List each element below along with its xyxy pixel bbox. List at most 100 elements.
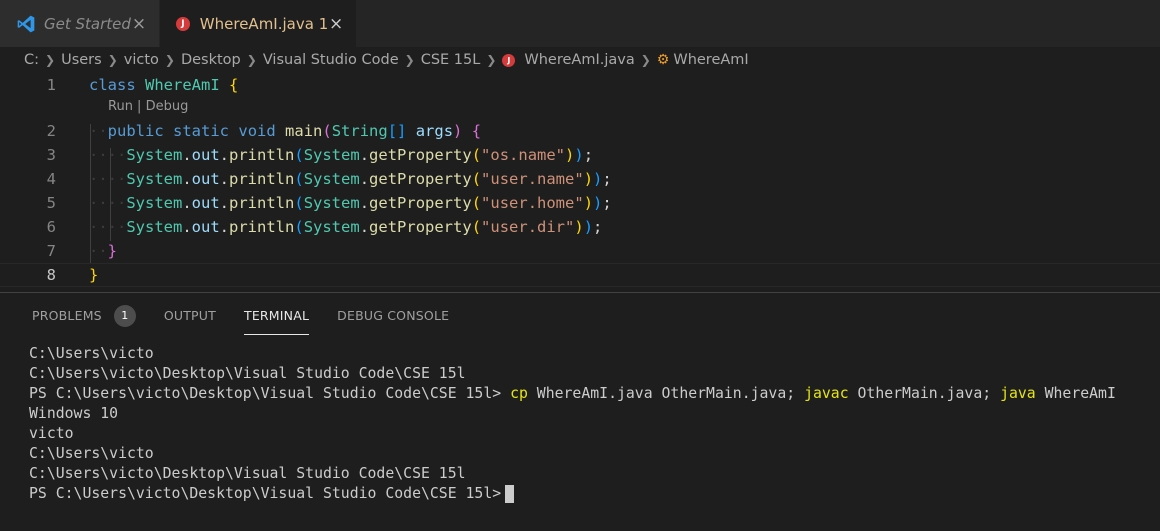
command-name: javac [804, 385, 849, 402]
code-token: out [191, 194, 220, 212]
problems-count-badge: 1 [113, 304, 136, 327]
code-token: getProperty [369, 170, 472, 188]
tab-label: OUTPUT [163, 308, 216, 323]
code-line: 2 ··public static void main(String[] arg… [0, 119, 1160, 143]
code-token: System [126, 194, 183, 212]
breadcrumb-item[interactable]: Desktop [181, 52, 241, 68]
line-number: 5 [46, 194, 56, 212]
code-token: getProperty [369, 194, 472, 212]
breadcrumb-item[interactable]: Users [61, 52, 102, 68]
code-token: public [107, 122, 164, 140]
code-token: System [126, 146, 183, 164]
tab-label: DEBUG CONSOLE [337, 308, 450, 323]
chevron-right-icon: ❯ [640, 53, 651, 67]
command-args: OtherMain.java; [848, 385, 1001, 402]
tab-label: PROBLEMS [32, 308, 102, 323]
code-token: System [126, 170, 183, 188]
breadcrumb-item[interactable]: CSE 15L [421, 52, 481, 68]
code-line: 5 ····System.out.println(System.getPrope… [0, 191, 1160, 215]
line-number: 6 [46, 218, 56, 236]
tab-problems[interactable]: PROBLEMS 1 [32, 293, 136, 338]
chevron-right-icon: ❯ [107, 53, 118, 67]
terminal-line: Windows 10 [29, 405, 119, 422]
tab-debug-console[interactable]: DEBUG CONSOLE [337, 293, 449, 338]
terminal-line: C:\Users\victo\Desktop\Visual Studio Cod… [29, 465, 466, 482]
chevron-right-icon: ❯ [246, 53, 257, 67]
code-token: "user.home" [481, 194, 584, 212]
terminal-cursor [505, 485, 515, 503]
class-symbol-icon: ⚙ [656, 52, 670, 68]
line-number: 7 [46, 242, 56, 260]
command-name: cp [510, 385, 528, 402]
code-line: 6 ····System.out.println(System.getPrope… [0, 215, 1160, 239]
vscode-icon [17, 15, 35, 32]
tab-terminal[interactable]: TERMINAL [243, 293, 310, 338]
code-token: class [89, 76, 136, 94]
terminal-command-line: PS C:\Users\victo\Desktop\Visual Studio … [29, 384, 1160, 404]
terminal-prompt: PS C:\Users\victo\Desktop\Visual Studio … [29, 485, 502, 502]
tab-get-started[interactable]: Get Started × [0, 0, 160, 47]
bottom-panel: PROBLEMS 1 OUTPUT TERMINAL DEBUG CONSOLE… [0, 292, 1160, 531]
terminal-prompt: PS C:\Users\victo\Desktop\Visual Studio … [29, 385, 511, 402]
tab-whereami-java[interactable]: J WhereAmI.java 1 × [160, 0, 356, 47]
panel-tabs: PROBLEMS 1 OUTPUT TERMINAL DEBUG CONSOLE [0, 293, 1160, 338]
code-token: "os.name" [481, 146, 566, 164]
code-token: main [285, 122, 323, 140]
code-token: getProperty [369, 146, 472, 164]
tab-label: Get Started [44, 14, 131, 33]
code-line: 7 ··} [0, 239, 1160, 263]
code-token: println [229, 146, 295, 164]
command-name: java [1000, 385, 1036, 402]
breadcrumb: C: ❯ Users ❯ victo ❯ Desktop ❯ Visual St… [0, 47, 1160, 73]
line-number: 1 [46, 76, 56, 94]
code-token: WhereAmI [145, 76, 220, 94]
command-args: WhereAmI.java OtherMain.java; [527, 385, 805, 402]
terminal-line: PS C:\Users\victo\Desktop\Visual Studio … [29, 484, 1160, 504]
code-token: println [229, 170, 295, 188]
tab-output[interactable]: OUTPUT [164, 293, 216, 338]
code-token: "user.dir" [481, 218, 575, 236]
code-token: System [126, 218, 183, 236]
code-token: System [303, 146, 360, 164]
breadcrumb-item[interactable]: WhereAmI [673, 52, 748, 68]
line-number: 8 [46, 266, 56, 284]
terminal-line: C:\Users\victo [29, 445, 154, 462]
code-token: void [238, 122, 276, 140]
code-line: 1 class WhereAmI { [0, 73, 1160, 97]
line-number: 4 [46, 170, 56, 188]
codelens-run-debug[interactable]: Run | Debug [108, 99, 188, 114]
code-token: System [303, 194, 360, 212]
java-file-icon: J [502, 53, 516, 67]
chevron-right-icon: ❯ [404, 53, 415, 67]
code-token: static [173, 122, 230, 140]
chevron-right-icon: ❯ [45, 53, 56, 67]
chevron-right-icon: ❯ [486, 53, 497, 67]
breadcrumb-item[interactable]: victo [124, 52, 159, 68]
breadcrumb-item[interactable]: WhereAmI.java [524, 52, 634, 68]
code-token: println [229, 218, 295, 236]
chevron-right-icon: ❯ [164, 53, 175, 67]
command-args: WhereAmI [1035, 385, 1116, 402]
code-token: out [191, 146, 220, 164]
terminal-line: victo [29, 425, 74, 442]
editor-tab-bar: Get Started × J WhereAmI.java 1 × [0, 0, 1160, 47]
code-token: println [229, 194, 295, 212]
breadcrumb-item[interactable]: Visual Studio Code [263, 52, 399, 68]
java-file-icon: J [176, 16, 190, 31]
tab-label: TERMINAL [243, 308, 310, 323]
line-number: 3 [46, 146, 56, 164]
terminal-line: C:\Users\victo\Desktop\Visual Studio Cod… [29, 365, 466, 382]
code-line: 3 ····System.out.println(System.getPrope… [0, 143, 1160, 167]
code-line: 4 ····System.out.println(System.getPrope… [0, 167, 1160, 191]
close-icon[interactable]: × [328, 14, 344, 34]
terminal-output[interactable]: C:\Users\victo C:\Users\victo\Desktop\Vi… [0, 338, 1160, 504]
code-editor[interactable]: 1 class WhereAmI { Run | Debug 2 ··publi… [0, 73, 1160, 289]
code-token: args [415, 122, 454, 140]
code-token: String [331, 122, 388, 140]
terminal-line: C:\Users\victo [29, 345, 154, 362]
line-number: 2 [46, 122, 56, 140]
code-token: getProperty [369, 218, 472, 236]
close-icon[interactable]: × [131, 14, 147, 34]
code-line-current: 8 } [0, 263, 1160, 287]
breadcrumb-item[interactable]: C: [24, 52, 39, 68]
